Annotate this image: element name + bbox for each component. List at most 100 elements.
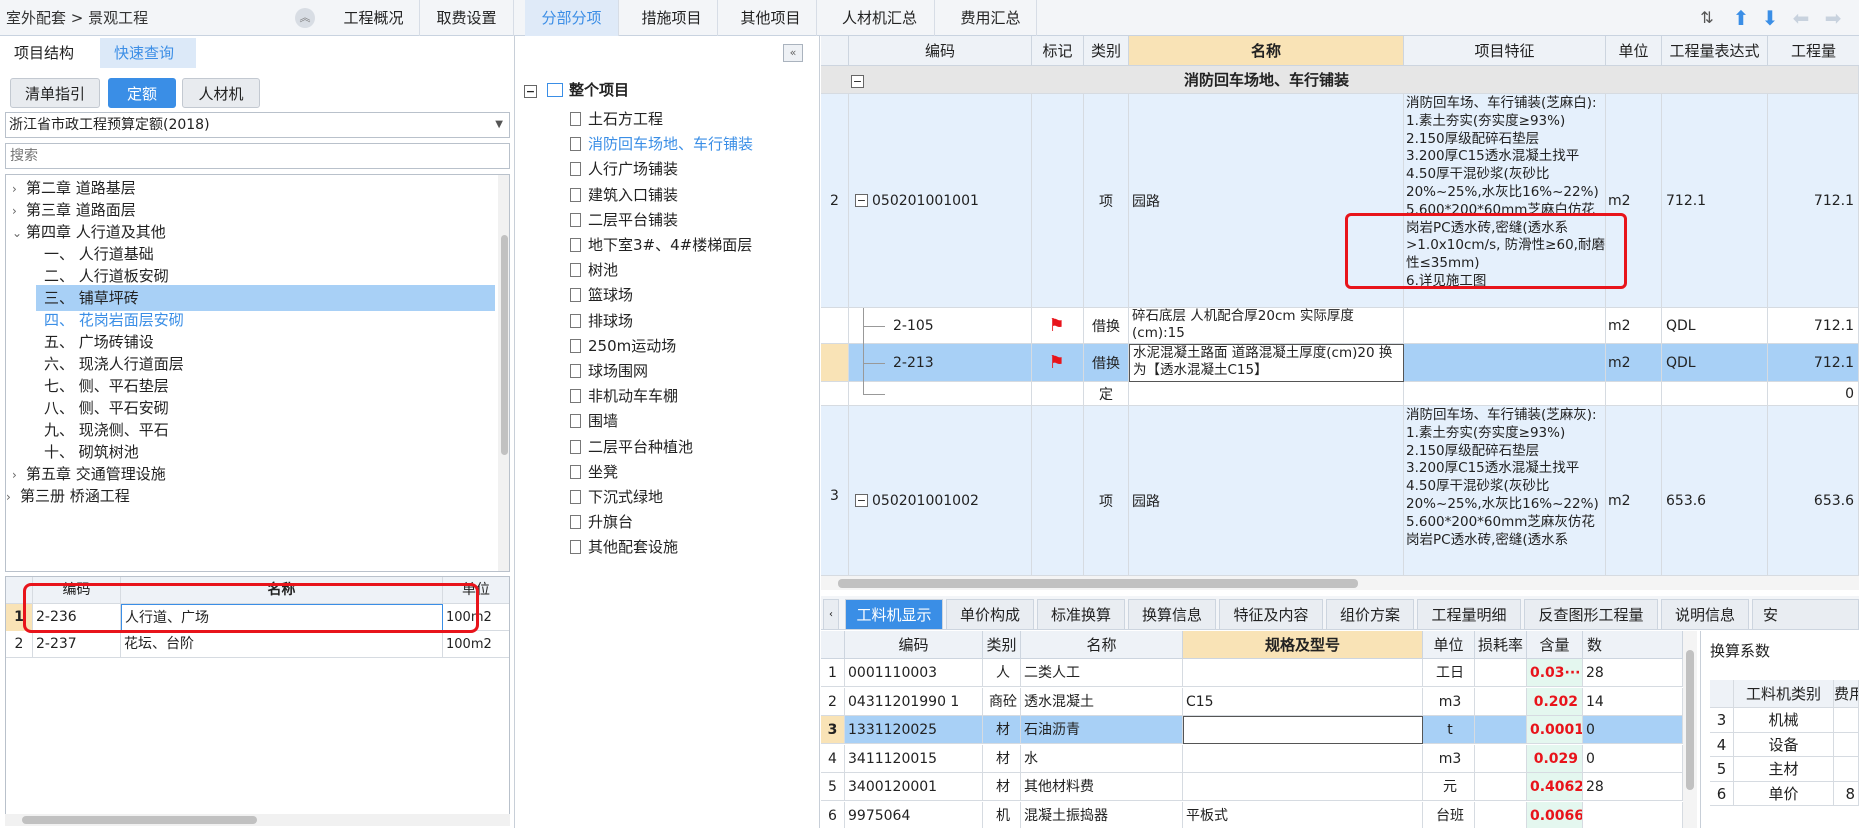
resource-spec[interactable] xyxy=(1183,773,1423,802)
col-content[interactable]: 含量 xyxy=(1527,631,1583,659)
tree-root[interactable]: − 整个项目 xyxy=(524,77,629,103)
resource-type[interactable]: 材 xyxy=(983,716,1021,745)
flag-icon[interactable]: ⚑ xyxy=(1049,353,1067,372)
project-tree-item[interactable]: 排球场 xyxy=(570,308,633,334)
col-unit[interactable]: 单位 xyxy=(1423,631,1475,659)
project-tree-item[interactable]: 非机动车车棚 xyxy=(570,383,678,409)
resource-num[interactable]: 14 xyxy=(1583,687,1683,716)
col-number[interactable]: 数 xyxy=(1583,631,1683,659)
conversion-val[interactable] xyxy=(1834,732,1859,757)
resource-content[interactable]: 0.0066 xyxy=(1527,802,1583,828)
resource-code[interactable]: 9975064 xyxy=(845,802,983,828)
table-row[interactable]: 2 2-237 花坛、台阶 100m2 xyxy=(6,631,509,658)
resource-name[interactable]: 石油沥青 xyxy=(1021,716,1183,745)
tab-labor-material-summary[interactable]: 人材机汇总 xyxy=(825,0,935,36)
tab-quantity-details[interactable]: 工程量明细 xyxy=(1417,599,1521,629)
tree-scroll-thumb[interactable] xyxy=(501,235,508,455)
resource-code[interactable]: 04311201990 1 xyxy=(845,687,983,716)
tab-description[interactable]: 说明信息 xyxy=(1661,599,1749,629)
item-code[interactable]: −050201001001 xyxy=(849,94,1032,308)
project-tree-item[interactable]: 坐凳 xyxy=(570,459,618,485)
project-tree-item[interactable]: 其他配套设施 xyxy=(570,534,678,560)
col-type[interactable]: 类别 xyxy=(983,631,1021,659)
tab-conversion-info[interactable]: 换算信息 xyxy=(1128,599,1216,629)
col-loss-rate[interactable]: 损耗率 xyxy=(1475,631,1527,659)
project-tree-item[interactable]: 升旗台 xyxy=(570,509,633,535)
tab-reverse-lookup[interactable]: 反查图形工程量 xyxy=(1524,599,1658,629)
resource-type[interactable]: 材 xyxy=(983,773,1021,802)
resource-name[interactable]: 透水混凝土 xyxy=(1021,687,1183,716)
resource-scroll-thumb[interactable] xyxy=(1686,650,1694,790)
tab-quick-query[interactable]: 快速查询 xyxy=(100,38,196,68)
tab-unit-price[interactable]: 单价构成 xyxy=(946,599,1034,629)
pill-labor-material[interactable]: 人材机 xyxy=(182,78,260,108)
resource-spec[interactable] xyxy=(1183,744,1423,773)
collapse-left-icon[interactable]: « xyxy=(783,44,803,62)
project-tree-item[interactable]: 树池 xyxy=(570,257,618,283)
minus-icon[interactable]: − xyxy=(851,75,864,88)
resource-loss[interactable] xyxy=(1475,744,1527,773)
flag-outline-icon[interactable]: ⚑ xyxy=(1049,316,1067,335)
resource-num[interactable]: 28 xyxy=(1583,659,1683,687)
resource-unit[interactable]: m3 xyxy=(1423,744,1475,773)
col-name[interactable]: 名称 xyxy=(1021,631,1183,659)
quota-library-select[interactable]: 浙江省市政工程预算定额(2018) ▼ xyxy=(5,112,510,138)
conversion-val[interactable]: 8 xyxy=(1834,781,1859,806)
pill-list-guide[interactable]: 清单指引 xyxy=(10,78,100,108)
col-unit[interactable]: 单位 xyxy=(1606,36,1662,66)
item-feature[interactable]: 消防回车场、车行铺装(芝麻灰): 1.素土夯实(夯实度≥93%) 2.150厚级… xyxy=(1404,406,1606,576)
resource-num[interactable]: 0 xyxy=(1583,744,1683,773)
resource-content[interactable]: 0.4062 xyxy=(1527,773,1583,802)
project-tree-item[interactable]: 土石方工程 xyxy=(570,106,663,132)
col-feature[interactable]: 项目特征 xyxy=(1404,36,1606,66)
tab-features-content[interactable]: 特征及内容 xyxy=(1219,599,1323,629)
move-left-icon[interactable]: ⬅ xyxy=(1790,6,1812,30)
tab-standard-conversion[interactable]: 标准换算 xyxy=(1037,599,1125,629)
resource-type[interactable]: 商砼 xyxy=(983,687,1021,716)
project-tree-item[interactable]: 二层平台种植池 xyxy=(570,434,693,460)
grid-scroll-thumb[interactable] xyxy=(838,579,1358,588)
resource-code[interactable]: 3411120015 xyxy=(845,744,983,773)
resource-unit[interactable]: 工日 xyxy=(1423,659,1475,687)
tab-measures[interactable]: 措施项目 xyxy=(626,0,718,36)
tab-labor-material-display[interactable]: 工料机显示 xyxy=(845,599,943,629)
tab-project-structure[interactable]: 项目结构 xyxy=(0,38,98,68)
sort-icon[interactable]: ⇅ xyxy=(1696,6,1718,30)
col-code[interactable]: 编码 xyxy=(849,36,1032,66)
pill-quota[interactable]: 定额 xyxy=(108,78,176,108)
resource-name[interactable]: 水 xyxy=(1021,744,1183,773)
resource-unit[interactable]: 台班 xyxy=(1423,802,1475,828)
name-editor[interactable]: 水泥混凝土路面 道路混凝土厚度(cm)20 换为【透水混凝土C15】 xyxy=(1129,344,1404,382)
resource-code[interactable]: 3400120001 xyxy=(845,773,983,802)
project-tree-item[interactable]: 二层平台铺装 xyxy=(570,207,678,233)
left-scroll-thumb[interactable] xyxy=(22,816,257,824)
resource-spec[interactable] xyxy=(1183,659,1423,687)
col-name[interactable]: 名称 xyxy=(1129,36,1404,66)
project-tree-item[interactable]: 建筑入口铺装 xyxy=(570,182,678,208)
minus-icon[interactable]: − xyxy=(855,194,868,207)
resource-content[interactable]: 0.029 xyxy=(1527,744,1583,773)
resource-loss[interactable] xyxy=(1475,716,1527,745)
tabs-left-icon[interactable]: ‹ xyxy=(823,599,839,629)
tab-pricing-plan[interactable]: 组价方案 xyxy=(1326,599,1414,629)
resource-code[interactable]: 0001110003 xyxy=(845,659,983,687)
resource-num[interactable] xyxy=(1583,802,1683,828)
resource-type[interactable]: 机 xyxy=(983,802,1021,828)
project-tree-item[interactable]: 人行广场铺装 xyxy=(570,156,678,182)
resource-spec[interactable]: C15 xyxy=(1183,687,1423,716)
col-spec[interactable]: 规格及型号 xyxy=(1183,631,1423,659)
project-tree-item[interactable]: 250m运动场 xyxy=(570,333,676,359)
conversion-val[interactable] xyxy=(1834,708,1859,733)
resource-name[interactable]: 混凝土振捣器 xyxy=(1021,802,1183,828)
tree-node[interactable]: › 第三册 桥涵工程 xyxy=(6,483,493,509)
resource-code[interactable]: 1331120025 xyxy=(845,716,983,745)
project-tree-item[interactable]: 球场围网 xyxy=(570,358,648,384)
search-input[interactable] xyxy=(5,143,510,169)
resource-spec[interactable] xyxy=(1183,716,1423,745)
resource-content[interactable]: 0.202 xyxy=(1527,687,1583,716)
resource-loss[interactable] xyxy=(1475,659,1527,687)
resource-name[interactable]: 二类人工 xyxy=(1021,659,1183,687)
tab-cost-summary[interactable]: 费用汇总 xyxy=(945,0,1037,36)
resource-type[interactable]: 材 xyxy=(983,744,1021,773)
move-up-icon[interactable]: ⬆ xyxy=(1730,6,1752,30)
